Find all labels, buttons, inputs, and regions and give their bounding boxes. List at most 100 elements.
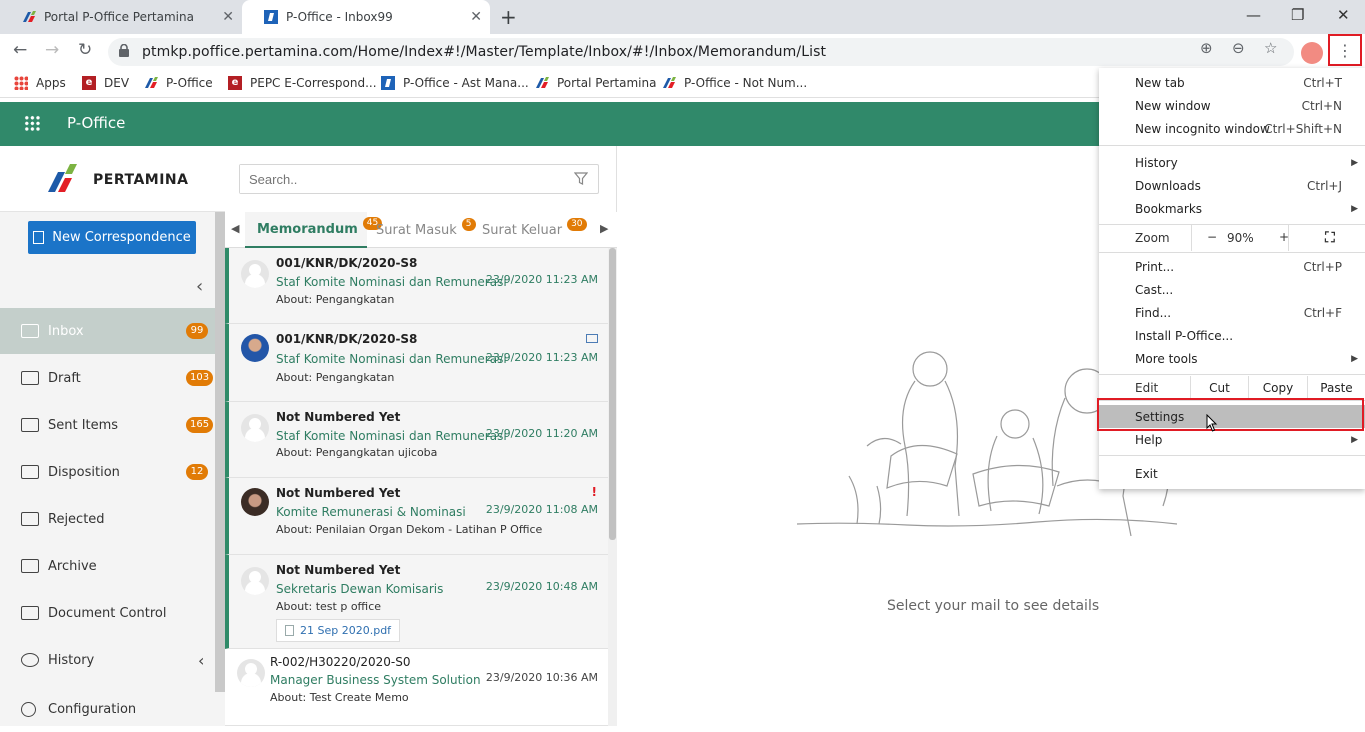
search-input[interactable]: [240, 165, 560, 193]
menu-shortcut: Ctrl+Shift+N: [1264, 121, 1342, 136]
pertamina-icon: [536, 77, 549, 88]
menu-item-install[interactable]: Install P-Office...: [1099, 324, 1365, 347]
browser-tab-inbox[interactable]: P-Office - Inbox99 ✕: [242, 0, 490, 34]
list-item[interactable]: Not Numbered Yet Staf Komite Nominasi da…: [225, 402, 608, 478]
sent-icon: [21, 418, 39, 432]
bookmark-poffice[interactable]: P-Office: [144, 76, 213, 90]
app-grid-icon[interactable]: [24, 115, 40, 131]
profile-avatar[interactable]: [1301, 42, 1323, 64]
sidebar-item-disposition[interactable]: Disposition 12: [0, 449, 215, 495]
menu-item-bookmarks[interactable]: Bookmarks ▶: [1099, 197, 1365, 220]
sidebar-item-inbox[interactable]: Inbox 99: [0, 308, 215, 354]
sidebar-scrollbar[interactable]: [215, 212, 225, 692]
menu-shortcut: Ctrl+F: [1303, 305, 1342, 320]
close-icon[interactable]: ✕: [470, 9, 482, 25]
count-badge: 12: [186, 464, 208, 480]
sidebar-item-history[interactable]: History ‹: [0, 637, 215, 683]
bookmark-not-num[interactable]: P-Office - Not Num...: [662, 76, 807, 90]
avatar: [241, 488, 269, 516]
new-tab-button[interactable]: +: [500, 5, 517, 29]
menu-item-new-tab[interactable]: New tab Ctrl+T: [1099, 71, 1365, 94]
bookmark-label: P-Office: [166, 76, 213, 90]
list-item[interactable]: ! Not Numbered Yet Komite Remunerasi & N…: [225, 478, 608, 555]
list-item[interactable]: 001/KNR/DK/2020-S8 Staf Komite Nominasi …: [225, 324, 608, 402]
attachment-chip[interactable]: 21 Sep 2020.pdf: [276, 619, 401, 642]
message-date: 23/9/2020 11:20 AM: [485, 427, 598, 440]
search-box[interactable]: [239, 164, 599, 194]
avatar: [241, 414, 269, 442]
menu-item-incognito[interactable]: New incognito window Ctrl+Shift+N: [1099, 117, 1365, 140]
menu-item-exit[interactable]: Exit: [1099, 462, 1365, 485]
message-sender: Komite Remunerasi & Nominasi: [276, 505, 466, 519]
zoom-out-button[interactable]: −: [1207, 230, 1217, 244]
copy-button[interactable]: Copy: [1248, 376, 1307, 399]
cut-button[interactable]: Cut: [1190, 376, 1248, 399]
reload-icon[interactable]: ↻: [78, 40, 92, 60]
rejected-icon: [21, 512, 39, 526]
tab-surat-keluar[interactable]: Surat Keluar 30: [482, 212, 587, 248]
tab-scroll-left-icon[interactable]: ◀: [231, 222, 239, 235]
menu-item-more-tools[interactable]: More tools ▶: [1099, 347, 1365, 370]
p-blue-icon: [381, 76, 395, 90]
sidebar-item-archive[interactable]: Archive: [0, 543, 215, 589]
message-list-scrollbar[interactable]: [608, 248, 617, 726]
bookmark-star-icon[interactable]: ☆: [1264, 39, 1277, 57]
forward-icon[interactable]: →: [45, 40, 59, 60]
tab-scroll-right-icon[interactable]: ▶: [600, 222, 608, 235]
install-app-icon[interactable]: ⊕: [1200, 39, 1213, 57]
menu-item-history[interactable]: History ▶: [1099, 151, 1365, 174]
p-blue-icon: [264, 10, 278, 24]
minimize-icon[interactable]: —: [1246, 6, 1261, 24]
sidebar-item-sent[interactable]: Sent Items 165: [0, 402, 215, 448]
close-icon[interactable]: ✕: [222, 9, 234, 25]
restore-icon[interactable]: ❐: [1291, 6, 1304, 24]
mouse-cursor-icon: [1206, 414, 1218, 432]
new-correspondence-button[interactable]: New Correspondence: [28, 221, 196, 254]
bookmark-label: DEV: [104, 76, 130, 90]
submenu-arrow-icon: ▶: [1351, 434, 1358, 445]
paste-button[interactable]: Paste: [1307, 376, 1365, 399]
scrollbar-thumb[interactable]: [609, 248, 616, 540]
list-item[interactable]: R-002/H30220/2020-S0 Manager Business Sy…: [225, 649, 608, 726]
pertamina-logo-icon: [48, 164, 77, 192]
sidebar-item-document-control[interactable]: Document Control: [0, 590, 215, 636]
bookmark-apps[interactable]: Apps: [14, 76, 66, 90]
tab-label: Surat Keluar: [482, 222, 563, 238]
browser-tab-portal[interactable]: Portal P-Office Pertamina ✕: [0, 0, 242, 34]
zoom-icon[interactable]: ⊖: [1232, 39, 1245, 57]
menu-item-new-window[interactable]: New window Ctrl+N: [1099, 94, 1365, 117]
attachment-name: 21 Sep 2020.pdf: [300, 624, 392, 637]
message-about: About: test p office: [276, 600, 382, 613]
back-icon[interactable]: ←: [13, 40, 27, 60]
message-date: 23/9/2020 11:23 AM: [485, 273, 598, 286]
bookmark-dev[interactable]: e DEV: [82, 76, 129, 90]
menu-item-cast[interactable]: Cast...: [1099, 278, 1365, 301]
avatar: [241, 334, 269, 362]
menu-item-help[interactable]: Help ▶: [1099, 428, 1365, 451]
list-item[interactable]: Not Numbered Yet Sekretaris Dewan Komisa…: [225, 555, 608, 649]
sidebar-item-rejected[interactable]: Rejected: [0, 496, 215, 542]
sidebar-item-draft[interactable]: Draft 103: [0, 355, 215, 401]
bookmark-ast-mana[interactable]: P-Office - Ast Mana...: [381, 76, 529, 90]
fullscreen-icon[interactable]: ⛶: [1325, 230, 1335, 246]
collapse-sidebar-icon[interactable]: ‹: [196, 276, 203, 297]
menu-shortcut: Ctrl+P: [1303, 259, 1342, 274]
menu-item-downloads[interactable]: Downloads Ctrl+J: [1099, 174, 1365, 197]
address-bar[interactable]: ptmkp.poffice.pertamina.com/Home/Index#!…: [108, 38, 1294, 66]
menu-item-label: New window: [1135, 98, 1211, 113]
window-close-icon[interactable]: ✕: [1337, 6, 1350, 24]
tab-memorandum[interactable]: Memorandum 45: [245, 212, 383, 248]
chrome-menu-button[interactable]: ⋮: [1328, 34, 1362, 66]
tab-surat-masuk[interactable]: Surat Masuk 5: [376, 212, 476, 248]
sidebar-item-configuration[interactable]: Configuration: [0, 686, 215, 732]
menu-edit-row: Edit Cut Copy Paste: [1099, 376, 1365, 399]
menu-zoom-row: Zoom − 90% + ⛶: [1099, 225, 1365, 251]
zoom-in-button[interactable]: +: [1279, 230, 1289, 244]
filter-icon[interactable]: [574, 172, 588, 185]
menu-item-find[interactable]: Find... Ctrl+F: [1099, 301, 1365, 324]
list-item[interactable]: 001/KNR/DK/2020-S8 Staf Komite Nominasi …: [225, 248, 608, 324]
bookmark-pepc[interactable]: e PEPC E-Correspond...: [228, 76, 377, 90]
bookmark-portal[interactable]: Portal Pertamina: [535, 76, 656, 90]
message-number: Not Numbered Yet: [276, 410, 401, 424]
menu-item-print[interactable]: Print... Ctrl+P: [1099, 255, 1365, 278]
